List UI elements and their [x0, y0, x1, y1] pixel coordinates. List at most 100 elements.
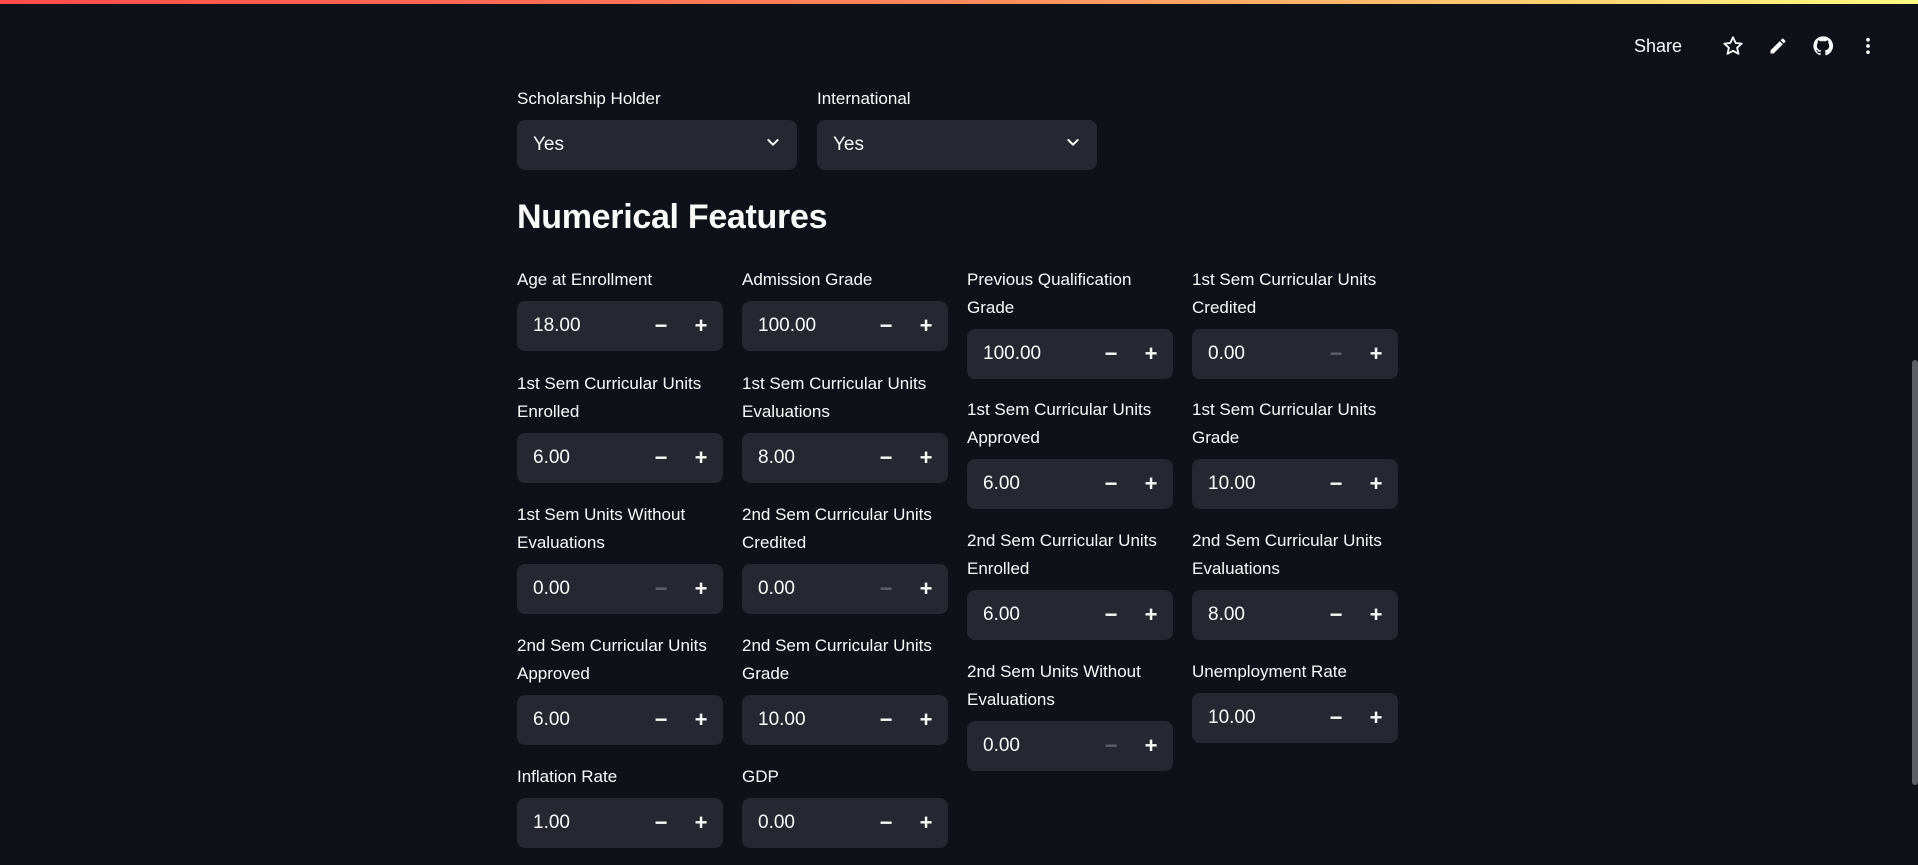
number-input-value[interactable]: 18.00 — [533, 315, 641, 337]
number-field: 1st Sem Curricular Units Evaluations 8.00… — [742, 370, 948, 483]
page-scrollbar[interactable] — [1912, 360, 1918, 785]
decrement-button[interactable]: − — [1091, 721, 1131, 771]
number-field: 1st Sem Curricular Units Credited 0.00− + — [1192, 266, 1398, 379]
number-input-value[interactable]: 0.00 — [533, 578, 641, 600]
number-input-value[interactable]: 6.00 — [983, 604, 1091, 626]
decrement-button[interactable]: − — [641, 695, 681, 745]
top-decoration-bar — [0, 0, 1918, 4]
field-label: GDP — [742, 767, 779, 786]
number-input-value[interactable]: 100.00 — [983, 343, 1091, 365]
increment-button[interactable]: + — [1356, 590, 1396, 640]
number-input: 0.00− + — [967, 721, 1173, 771]
field-label: Admission Grade — [742, 270, 873, 289]
increment-button[interactable]: + — [1356, 329, 1396, 379]
number-input-value[interactable]: 10.00 — [758, 709, 866, 731]
number-input-value[interactable]: 0.00 — [758, 578, 866, 600]
select-value: Yes — [833, 134, 864, 155]
decrement-button[interactable]: − — [1316, 329, 1356, 379]
decrement-button[interactable]: − — [1091, 329, 1131, 379]
number-field: 2nd Sem Curricular Units Enrolled 6.00− + — [967, 527, 1173, 640]
decrement-button[interactable]: − — [641, 564, 681, 614]
number-input-value[interactable]: 6.00 — [983, 473, 1091, 495]
field-label: 2nd Sem Curricular Units Approved — [517, 636, 707, 683]
increment-button[interactable]: + — [906, 564, 946, 614]
number-input: 0.00− + — [742, 564, 948, 614]
github-icon[interactable] — [1809, 32, 1837, 60]
scholarship-holder-select[interactable]: Yes — [517, 120, 797, 170]
number-input: 8.00− + — [1192, 590, 1398, 640]
increment-button[interactable]: + — [1131, 329, 1171, 379]
share-button[interactable]: Share — [1634, 36, 1682, 57]
number-input-value[interactable]: 100.00 — [758, 315, 866, 337]
field-label: Inflation Rate — [517, 767, 618, 786]
field-label: 1st Sem Curricular Units Approved — [967, 400, 1152, 447]
decrement-button[interactable]: − — [866, 564, 906, 614]
field-label: Unemployment Rate — [1192, 662, 1347, 681]
number-input: 8.00− + — [742, 433, 948, 483]
increment-button[interactable]: + — [906, 798, 946, 848]
number-input: 100.00− + — [967, 329, 1173, 379]
number-input: 0.00− + — [742, 798, 948, 848]
increment-button[interactable]: + — [906, 433, 946, 483]
number-input-value[interactable]: 1.00 — [533, 812, 641, 834]
decrement-button[interactable]: − — [1316, 693, 1356, 743]
number-field: 2nd Sem Curricular Units Evaluations 8.00… — [1192, 527, 1398, 640]
field-label: International — [817, 89, 911, 108]
number-input: 100.00− + — [742, 301, 948, 351]
chevron-down-icon — [1065, 134, 1081, 156]
number-input: 6.00− + — [967, 590, 1173, 640]
number-input-value[interactable]: 8.00 — [1208, 604, 1316, 626]
decrement-button[interactable]: − — [866, 433, 906, 483]
number-input-value[interactable]: 0.00 — [983, 735, 1091, 757]
international-field: International Yes — [817, 85, 1097, 170]
decrement-button[interactable]: − — [641, 798, 681, 848]
number-input-value[interactable]: 0.00 — [758, 812, 866, 834]
increment-button[interactable]: + — [1131, 459, 1171, 509]
increment-button[interactable]: + — [906, 695, 946, 745]
decrement-button[interactable]: − — [1316, 459, 1356, 509]
star-icon[interactable] — [1719, 32, 1747, 60]
field-label: Scholarship Holder — [517, 89, 661, 108]
number-input: 18.00− + — [517, 301, 723, 351]
number-input: 0.00− + — [1192, 329, 1398, 379]
decrement-button[interactable]: − — [641, 301, 681, 351]
decrement-button[interactable]: − — [1091, 590, 1131, 640]
decrement-button[interactable]: − — [641, 433, 681, 483]
pencil-icon[interactable] — [1764, 32, 1792, 60]
increment-button[interactable]: + — [681, 695, 721, 745]
scholarship-holder-field: Scholarship Holder Yes — [517, 85, 797, 170]
number-input: 1.00− + — [517, 798, 723, 848]
number-field: 2nd Sem Curricular Units Grade 10.00− + — [742, 632, 948, 745]
section-title: Numerical Features — [517, 198, 828, 236]
decrement-button[interactable]: − — [1091, 459, 1131, 509]
decrement-button[interactable]: − — [866, 695, 906, 745]
increment-button[interactable]: + — [681, 301, 721, 351]
international-select[interactable]: Yes — [817, 120, 1097, 170]
number-field: 1st Sem Curricular Units Grade 10.00− + — [1192, 396, 1398, 509]
increment-button[interactable]: + — [681, 798, 721, 848]
number-field: Age at Enrollment 18.00− + — [517, 266, 723, 351]
increment-button[interactable]: + — [1356, 693, 1396, 743]
number-input-value[interactable]: 10.00 — [1208, 473, 1316, 495]
number-input: 6.00− + — [967, 459, 1173, 509]
number-input: 10.00− + — [1192, 693, 1398, 743]
decrement-button[interactable]: − — [866, 798, 906, 848]
increment-button[interactable]: + — [906, 301, 946, 351]
number-input-value[interactable]: 6.00 — [533, 447, 641, 469]
increment-button[interactable]: + — [1356, 459, 1396, 509]
number-input-value[interactable]: 10.00 — [1208, 707, 1316, 729]
number-input-value[interactable]: 6.00 — [533, 709, 641, 731]
number-input-value[interactable]: 0.00 — [1208, 343, 1316, 365]
increment-button[interactable]: + — [1131, 590, 1171, 640]
number-field: 1st Sem Units Without Evaluations 0.00− + — [517, 501, 723, 614]
increment-button[interactable]: + — [1131, 721, 1171, 771]
decrement-button[interactable]: − — [866, 301, 906, 351]
decrement-button[interactable]: − — [1316, 590, 1356, 640]
number-input-value[interactable]: 8.00 — [758, 447, 866, 469]
field-label: 1st Sem Units Without Evaluations — [517, 505, 686, 552]
number-input: 6.00− + — [517, 695, 723, 745]
more-vertical-icon[interactable] — [1854, 32, 1882, 60]
increment-button[interactable]: + — [681, 564, 721, 614]
increment-button[interactable]: + — [681, 433, 721, 483]
number-input: 10.00− + — [1192, 459, 1398, 509]
